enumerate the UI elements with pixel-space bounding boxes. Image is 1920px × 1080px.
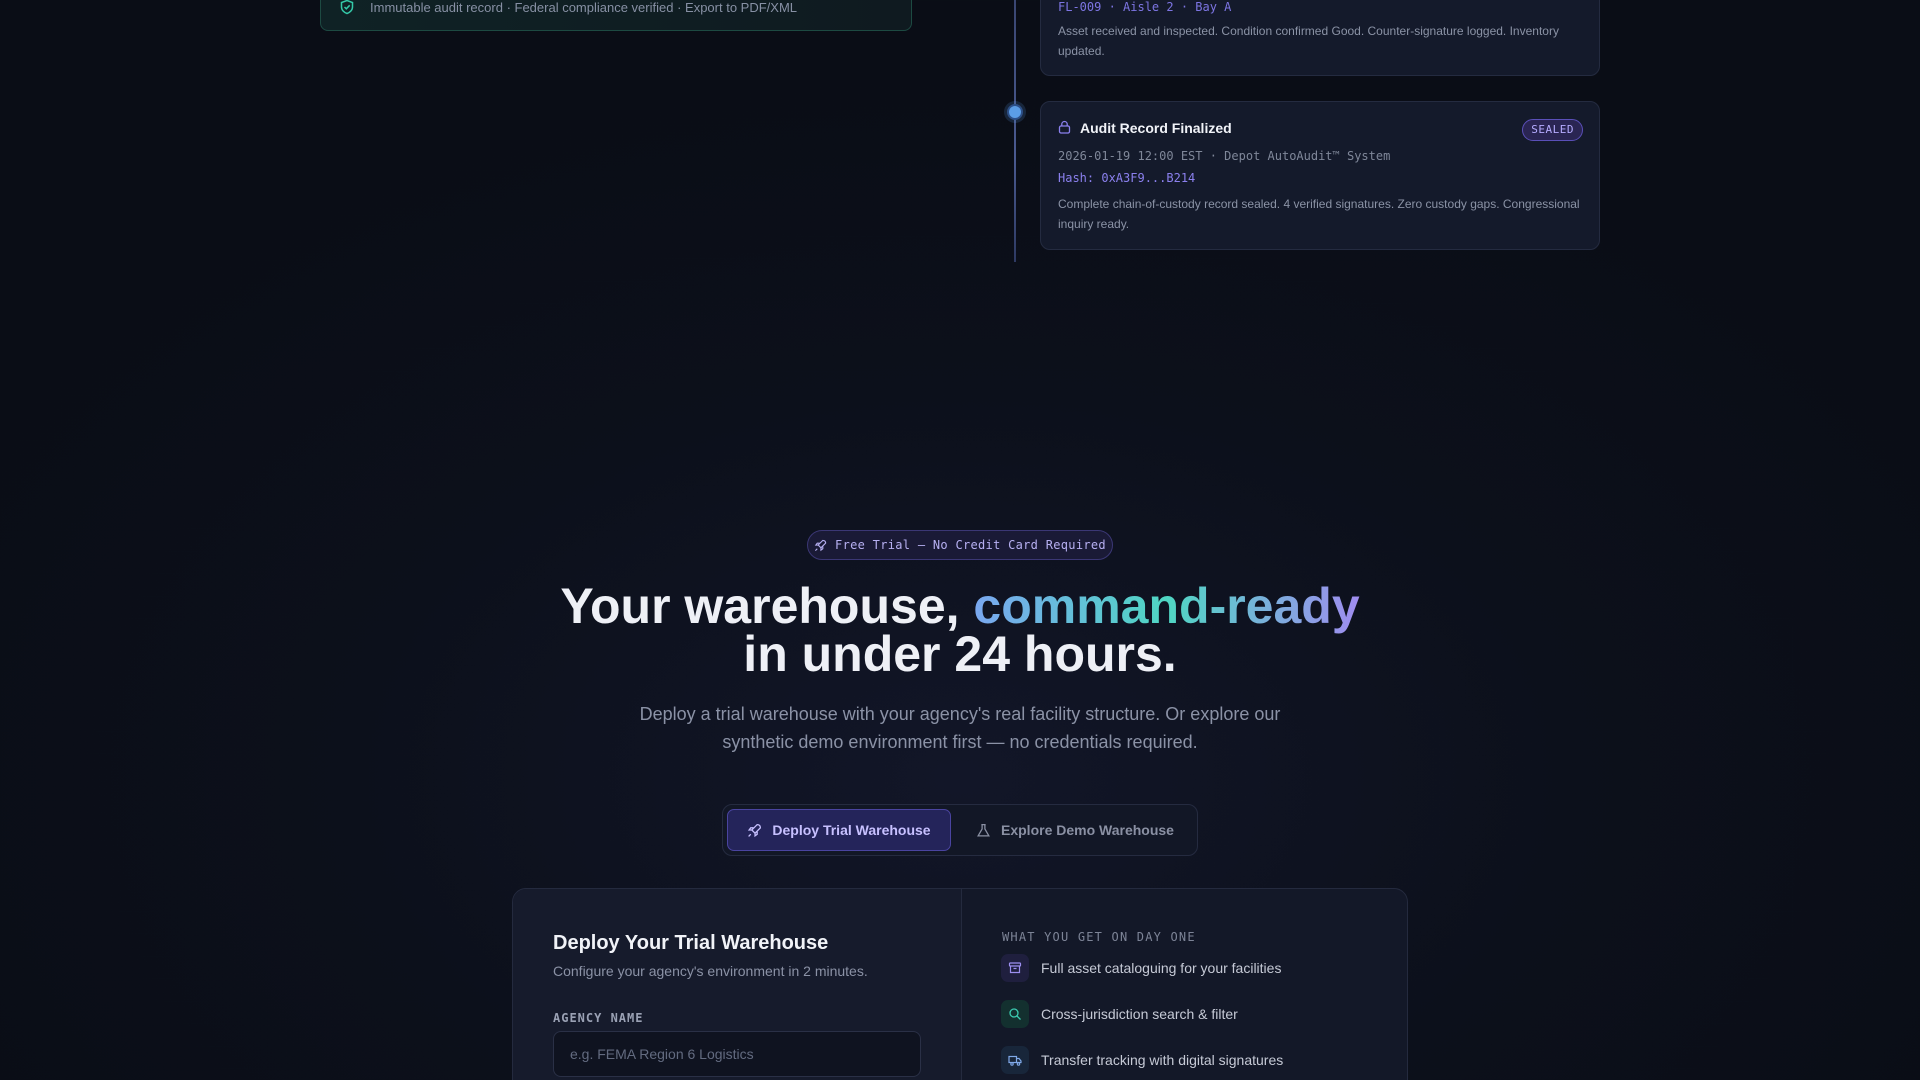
perk-label: Cross-jurisdiction search & filter [1041, 1006, 1238, 1022]
rocket-icon [748, 823, 762, 837]
truck-icon [1001, 1046, 1029, 1074]
compliance-text: Immutable audit record · Federal complia… [370, 0, 798, 15]
flask-icon [977, 823, 990, 836]
perk-label: Full asset cataloguing for your faciliti… [1041, 960, 1282, 976]
deploy-panel-subtitle: Configure your agency's environment in 2… [553, 963, 868, 979]
status-badge: SEALED [1522, 119, 1583, 141]
timeline-event-card-audit: Audit Record Finalized SEALED 2026-01-19… [1040, 101, 1600, 250]
event-hash: Hash: 0xA3F9...B214 [1058, 171, 1196, 185]
search-icon [1001, 1000, 1029, 1028]
explore-demo-button[interactable]: Explore Demo Warehouse [957, 809, 1193, 851]
perk-item: Transfer tracking with digital signature… [1001, 1045, 1283, 1075]
archive-icon [1001, 954, 1029, 982]
perk-item: Full asset cataloguing for your faciliti… [1001, 953, 1281, 983]
deploy-trial-label: Deploy Trial Warehouse [772, 822, 931, 838]
rocket-icon [814, 539, 827, 551]
agency-name-input[interactable] [553, 1031, 921, 1077]
hero-title: Your warehouse, command-ready in under 2… [360, 581, 1560, 679]
mode-toggle: Deploy Trial Warehouse Explore Demo Ware… [722, 804, 1198, 856]
hero-subtitle: Deploy a trial warehouse with your agenc… [639, 704, 1281, 752]
deploy-trial-button[interactable]: Deploy Trial Warehouse [727, 809, 951, 851]
event-meta: 2026-01-19 12:00 EST · Depot AutoAudit™ … [1058, 149, 1391, 163]
perk-label: Transfer tracking with digital signature… [1041, 1052, 1284, 1068]
explore-demo-label: Explore Demo Warehouse [1001, 822, 1174, 838]
timeline-line [1014, 0, 1016, 262]
timeline-event-card: FL-009 · Aisle 2 · Bay A Asset received … [1040, 0, 1600, 76]
event-location: FL-009 · Aisle 2 · Bay A [1058, 0, 1232, 14]
free-trial-text: Free Trial — No Credit Card Required [835, 538, 1106, 552]
event-title: Audit Record Finalized [1080, 120, 1232, 136]
shield-check-icon [340, 0, 354, 15]
event-description: Asset received and inspected. Condition … [1058, 24, 1559, 58]
free-trial-pill: Free Trial — No Credit Card Required [807, 530, 1113, 560]
event-description: Complete chain-of-custody record sealed.… [1058, 197, 1580, 231]
timeline-dot [1007, 104, 1023, 120]
lock-icon [1058, 120, 1071, 134]
compliance-card: Immutable audit record · Federal complia… [320, 0, 912, 31]
hero-title-part2: in under 24 hours. [743, 626, 1177, 682]
perks-heading: WHAT YOU GET ON DAY ONE [1002, 930, 1196, 944]
agency-name-label: AGENCY NAME [553, 1011, 644, 1025]
perk-item: Cross-jurisdiction search & filter [1001, 999, 1238, 1029]
deploy-panel-title: Deploy Your Trial Warehouse [553, 932, 829, 954]
deploy-form: Deploy Your Trial Warehouse Configure yo… [513, 889, 961, 1080]
